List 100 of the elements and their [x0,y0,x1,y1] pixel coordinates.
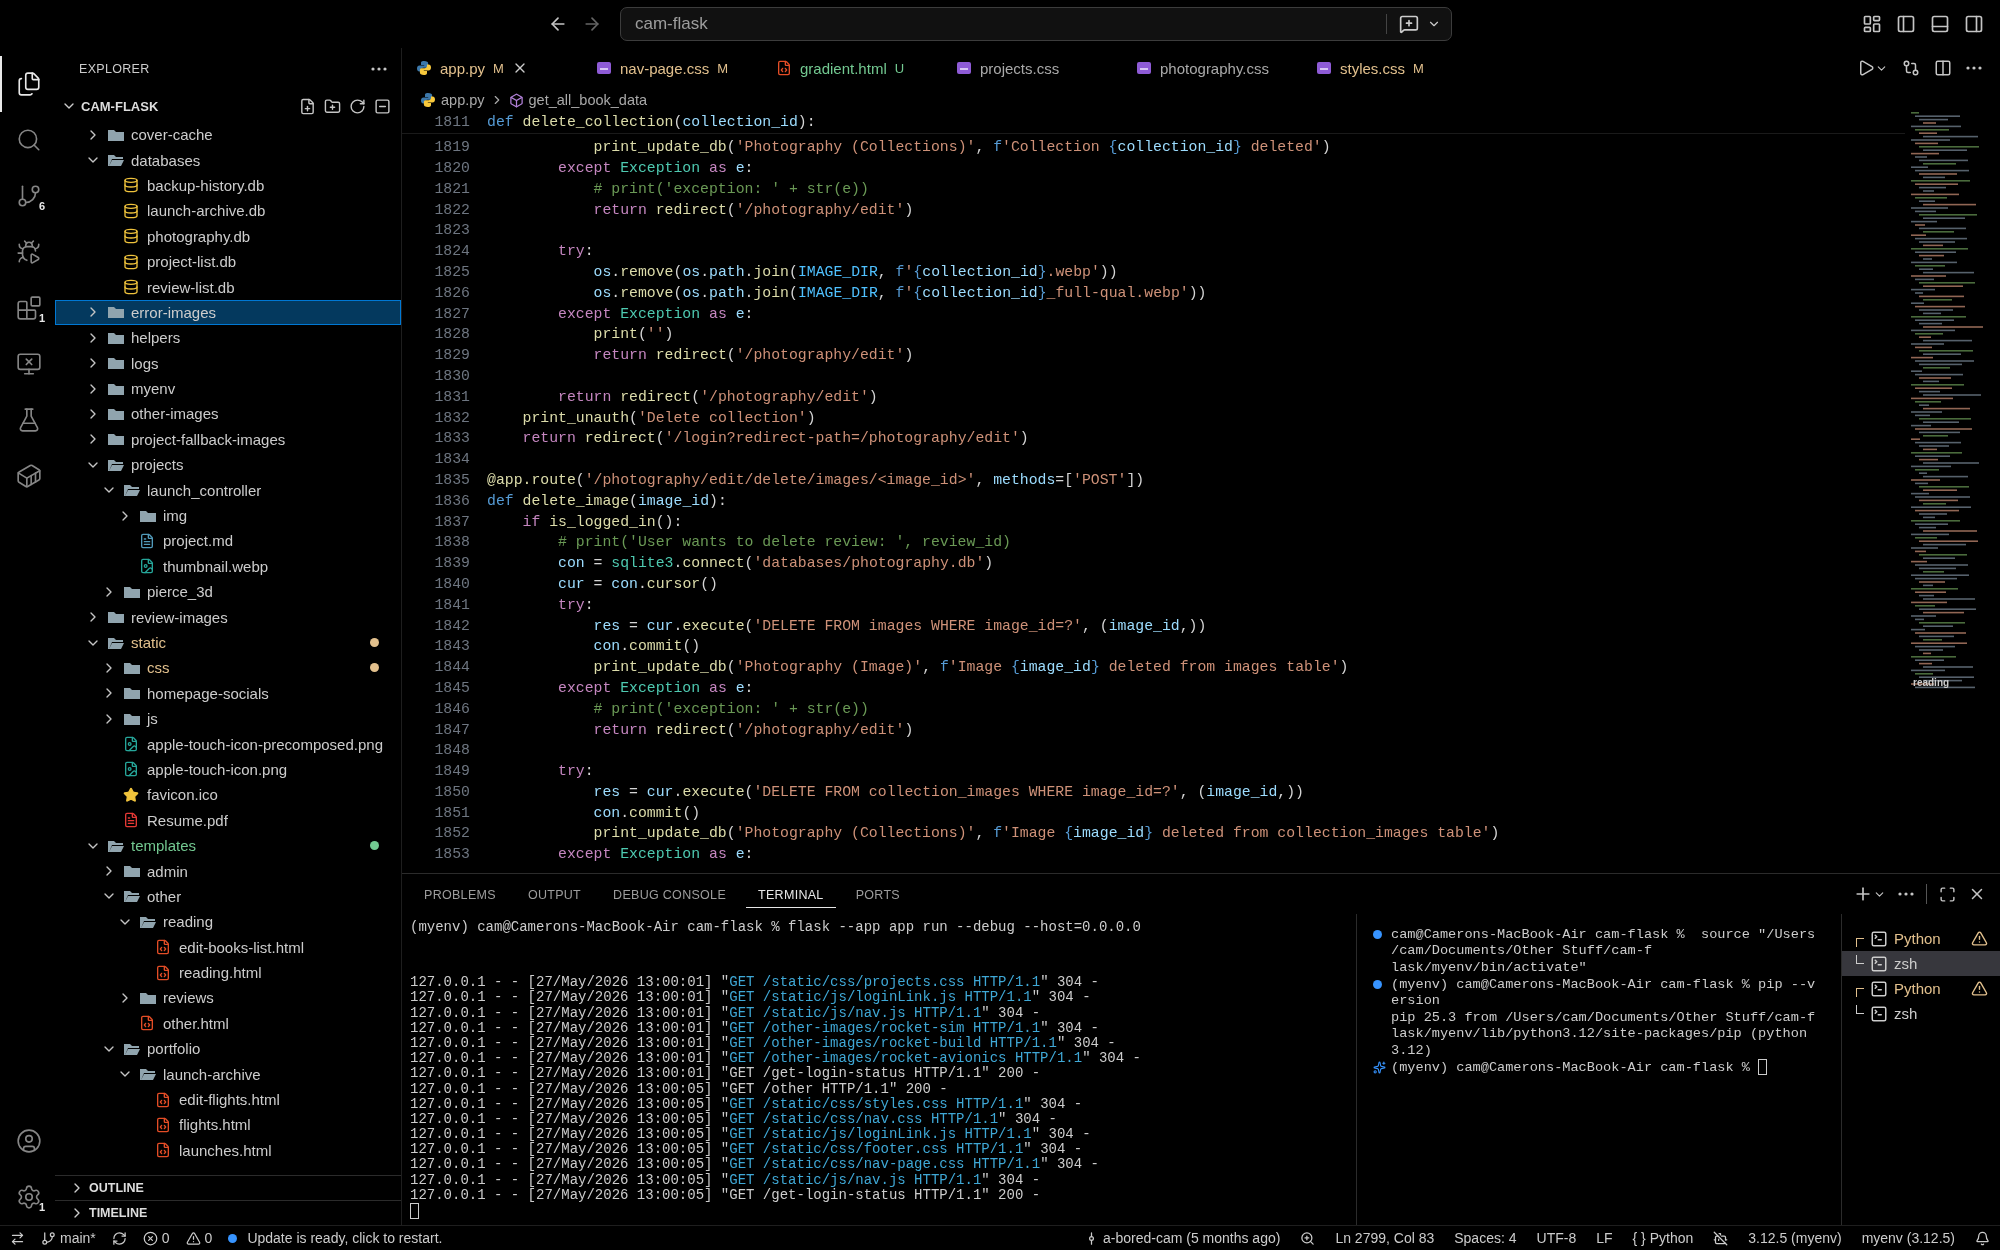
tree-item[interactable]: launch_controller [55,477,401,503]
tree-item[interactable]: databases [55,147,401,173]
tree-item[interactable]: other [55,883,401,910]
activity-bar-item[interactable]: 1 [0,1169,55,1225]
sidebar-section[interactable]: TIMELINE [55,1200,401,1225]
terminal-list-item[interactable]: zsh [1842,1001,2000,1026]
panel-tab[interactable]: OUTPUT [515,880,594,908]
notifications-button[interactable] [1975,1230,1990,1246]
run-button[interactable] [1857,59,1888,77]
terminal-list-item[interactable]: zsh [1842,951,2000,976]
compare-button[interactable] [1902,59,1920,77]
tree-item[interactable]: reading.html [55,959,401,986]
tree-item[interactable]: Resume.pdf [55,807,401,833]
refresh-icon[interactable] [349,97,366,115]
toggle-panel-button[interactable] [1930,14,1950,34]
tree-item[interactable]: apple-touch-icon.png [55,756,401,783]
tree-item[interactable]: project.md [55,528,401,554]
tree-item[interactable]: project-list.db [55,248,401,275]
tree-item[interactable]: portfolio [55,1036,401,1062]
terminal-list-item[interactable]: Python [1842,926,2000,951]
warnings-button[interactable]: 0 [185,1230,213,1246]
tree-item[interactable]: launches.html [55,1137,401,1163]
more-button[interactable] [1898,892,1914,896]
tree-item[interactable]: edit-flights.html [55,1086,401,1113]
editor-tab[interactable]: styles.css M [1302,48,1482,88]
editor-tab[interactable]: nav-page.css M [582,48,762,88]
breadcrumb[interactable]: get_all_book_data [528,92,648,108]
tree-item[interactable]: project-fallback-images [55,426,401,453]
code-line: cur = con.cursor() [557,575,718,592]
tree-item[interactable]: review-list.db [55,274,401,300]
command-center-field[interactable]: cam-flask [620,7,1452,41]
toggle-sidebar-button[interactable] [1896,14,1916,34]
status-item[interactable]: LF [1596,1230,1613,1246]
remote-button[interactable] [10,1230,25,1246]
tree-item[interactable]: thumbnail.webp [55,553,401,580]
tree-item[interactable]: admin [55,858,401,884]
code-line: if is_logged_in(): [521,513,683,530]
tree-item[interactable]: favicon.ico [55,782,401,808]
editor-tab[interactable]: gradient.html U [762,48,942,88]
more-button[interactable] [1966,66,1982,70]
breadcrumb[interactable]: app.py [441,92,485,108]
tree-item[interactable]: photography.db [55,223,401,249]
tree-item[interactable]: projects [55,452,401,478]
panel-tab[interactable]: DEBUG CONSOLE [601,880,738,908]
tree-item[interactable]: myenv [55,375,401,402]
tree-item[interactable]: helpers [55,325,401,351]
new-file-icon[interactable] [299,97,316,115]
image-file-icon [123,736,139,753]
python-file-icon [416,60,432,76]
status-item[interactable]: 3.12.5 (myenv) [1748,1230,1842,1246]
tree-item[interactable]: reading [55,909,401,935]
panel-tab[interactable]: TERMINAL [746,880,836,908]
file-name: review-images [131,608,229,626]
sync-button[interactable] [111,1230,127,1246]
copilot-button[interactable] [1713,1230,1729,1246]
tree-item[interactable]: js [55,706,401,732]
tree-item[interactable]: logs [55,350,401,376]
tree-item[interactable]: flights.html [55,1112,401,1138]
terminal-list-item[interactable]: Python [1842,976,2000,1001]
status-item[interactable]: UTF-8 [1536,1230,1577,1246]
sidebar-section[interactable]: OUTLINE [55,1175,401,1200]
panel-tab[interactable]: PROBLEMS [412,880,508,908]
branch-button[interactable]: main* [41,1230,96,1246]
tree-item[interactable]: homepage-socials [55,680,401,706]
tree-item[interactable]: apple-touch-icon-precomposed.png [55,731,401,757]
toggle-secondary-sidebar-button[interactable] [1964,14,1984,34]
tree-item[interactable]: edit-books-list.html [55,934,401,960]
tree-item[interactable]: error-images [55,299,401,326]
activity-bar-item[interactable]: 1 [0,280,55,336]
status-item[interactable]: myenv (3.12.5) [1861,1230,1955,1246]
tree-item[interactable]: backup-history.db [55,172,401,199]
split-icon [1934,59,1952,77]
errors-button[interactable]: 0 [142,1230,170,1246]
tree-item[interactable]: css [55,655,401,681]
status-item[interactable]: Spaces: 4 [1454,1230,1517,1246]
tree-item[interactable]: static [55,629,401,656]
panel-tab[interactable]: PORTS [843,880,912,908]
layout-button[interactable] [1862,14,1882,34]
zoom-button[interactable] [1300,1230,1316,1246]
editor-tab[interactable]: photography.css [1122,48,1302,88]
status-item[interactable]: { } Python [1632,1230,1694,1246]
tree-item[interactable]: cover-cache [55,122,401,148]
tree-item[interactable]: other.html [55,1010,401,1037]
maximize-button[interactable] [1939,885,1956,903]
tree-item[interactable]: pierce_3d [55,579,401,605]
tree-item[interactable]: img [55,502,401,529]
editor-tab[interactable]: projects.css [942,48,1122,88]
tree-item[interactable]: other-images [55,401,401,427]
status-item[interactable]: Ln 2799, Col 83 [1335,1230,1435,1246]
tree-item[interactable]: launch-archive.db [55,198,401,224]
tree-item[interactable]: templates [55,832,401,859]
tree-item[interactable]: launch-archive [55,1061,401,1087]
activity-bar-item[interactable]: 6 [0,168,55,224]
workspace-header[interactable]: CAM-FLASK [55,90,401,122]
tree-item[interactable]: review-images [55,604,401,630]
split-editor-button[interactable] [1934,59,1952,77]
new-folder-icon[interactable] [324,97,341,115]
more-button[interactable] [371,67,387,71]
tree-item[interactable]: reviews [55,985,401,1011]
collapse-icon[interactable] [374,97,391,115]
